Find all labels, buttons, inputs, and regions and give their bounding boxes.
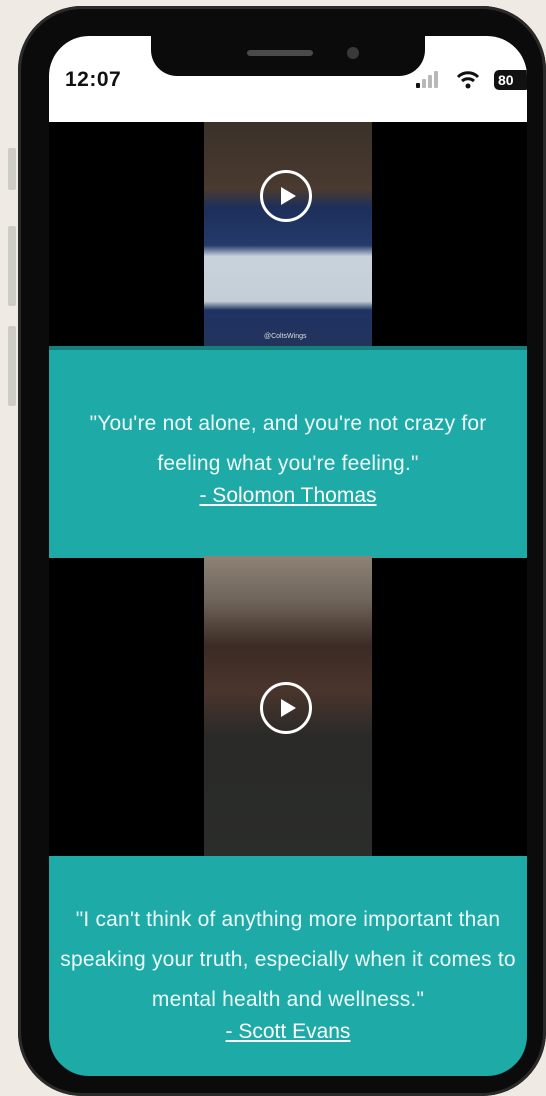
quote-block: "I can't think of anything more importan…	[49, 856, 527, 1076]
quote-text: "I can't think of anything more importan…	[60, 908, 516, 1011]
phone-frame: 12:07 80 @ColtsWings "You're not alone, …	[18, 6, 546, 1096]
play-icon[interactable]	[260, 682, 312, 734]
video-watermark: @ColtsWings	[264, 333, 307, 340]
signal-icon	[414, 70, 448, 90]
wifi-icon	[456, 70, 480, 90]
quote-block: "You're not alone, and you're not crazy …	[49, 346, 527, 558]
camera-icon	[347, 47, 359, 59]
silent-switch	[8, 148, 16, 190]
volume-up-button	[8, 226, 16, 306]
status-bar: 12:07 80	[49, 36, 527, 122]
video-player[interactable]	[204, 556, 372, 856]
quote-author-link[interactable]: - Solomon Thomas	[199, 484, 376, 508]
clock: 12:07	[65, 68, 122, 91]
quote-text: "You're not alone, and you're not crazy …	[89, 412, 487, 475]
screen: 12:07 80 @ColtsWings "You're not alone, …	[49, 36, 527, 1076]
volume-down-button	[8, 326, 16, 406]
notch	[151, 36, 425, 76]
video-player[interactable]: @ColtsWings	[204, 122, 372, 346]
battery-icon: 80	[494, 70, 527, 90]
quote-author-link[interactable]: - Scott Evans	[226, 1020, 351, 1044]
speaker	[247, 50, 313, 56]
play-icon[interactable]	[260, 170, 312, 222]
